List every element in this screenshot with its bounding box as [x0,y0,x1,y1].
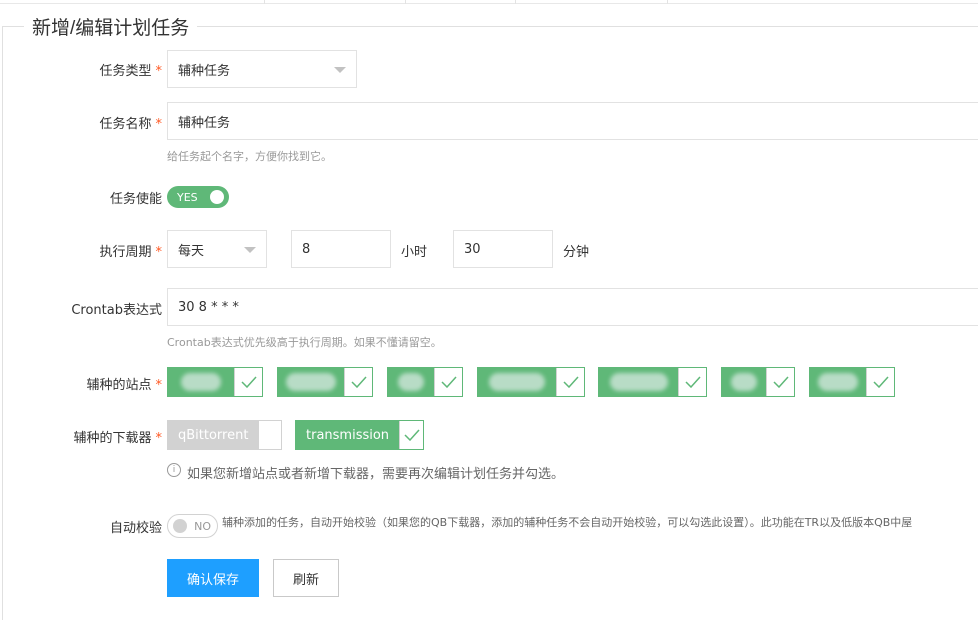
check-icon [556,368,584,396]
site-checkbox[interactable] [387,367,463,397]
crontab-input[interactable]: 30 8 * * * [167,288,978,326]
site-checkbox[interactable] [167,367,263,397]
site-checkbox[interactable] [598,367,707,397]
checkbox-empty [258,421,281,449]
check-icon [866,368,894,396]
task-name-hint: 给任务起个名字，方便你找到它。 [167,150,332,163]
tab-divider [264,0,265,4]
toggle-knob [173,519,187,533]
downloader-checkbox-transmission[interactable]: transmission [295,420,424,450]
site-checkbox[interactable] [721,367,795,397]
task-enable-toggle[interactable]: YES [167,186,229,208]
cycle-hour-input[interactable]: 8 [291,230,391,268]
cycle-period-select[interactable]: 每天 [167,230,267,268]
check-icon [234,368,262,396]
save-button[interactable]: 确认保存 [167,559,259,597]
task-type-select[interactable]: 辅种任务 [167,50,357,88]
check-icon [399,421,423,449]
task-name-input[interactable]: 辅种任务 [167,102,978,140]
downloaders-label: 辅种的下载器 * [73,431,162,446]
task-enable-label: 任务使能 [109,192,162,207]
tab-divider [515,0,516,4]
task-type-label: 任务类型 * [99,64,162,79]
chevron-down-icon [244,247,256,253]
auto-check-toggle[interactable]: NO [167,514,218,538]
crontab-label: Crontab表达式 [71,303,162,318]
refresh-button[interactable]: 刷新 [273,559,339,597]
check-icon [678,368,706,396]
tab-divider [405,0,406,4]
downloader-checkbox-qbittorrent[interactable]: qBittorrent [167,420,282,450]
auto-check-label: 自动校验 [109,521,162,536]
top-tab-strip [0,0,978,4]
site-checkbox[interactable] [809,367,895,397]
check-icon [434,368,462,396]
check-icon [766,368,794,396]
auto-check-description: 辅种添加的任务，自动开始校验（如果您的QB下载器，添加的辅种任务不会自动开始校验… [222,516,913,529]
crontab-hint: Crontab表达式优先级高于执行周期。如果不懂请留空。 [167,336,442,349]
cycle-minute-input[interactable]: 30 [453,230,553,268]
check-icon [344,368,372,396]
site-checkbox[interactable] [277,367,373,397]
hour-unit: 小时 [401,245,428,260]
task-name-label: 任务名称 * [99,117,162,132]
cycle-label: 执行周期 * [99,245,162,260]
form-title: 新增/编辑计划任务 [24,13,198,40]
sites-label: 辅种的站点 * [86,378,162,393]
info-icon: i [167,463,181,477]
minute-unit: 分钟 [563,245,590,260]
downloader-note: 如果您新增站点或者新增下载器，需要再次编辑计划任务并勾选。 [187,467,565,482]
toggle-knob [210,190,224,204]
chevron-down-icon [334,67,346,73]
tab-divider [667,0,668,4]
site-checkbox[interactable] [477,367,585,397]
